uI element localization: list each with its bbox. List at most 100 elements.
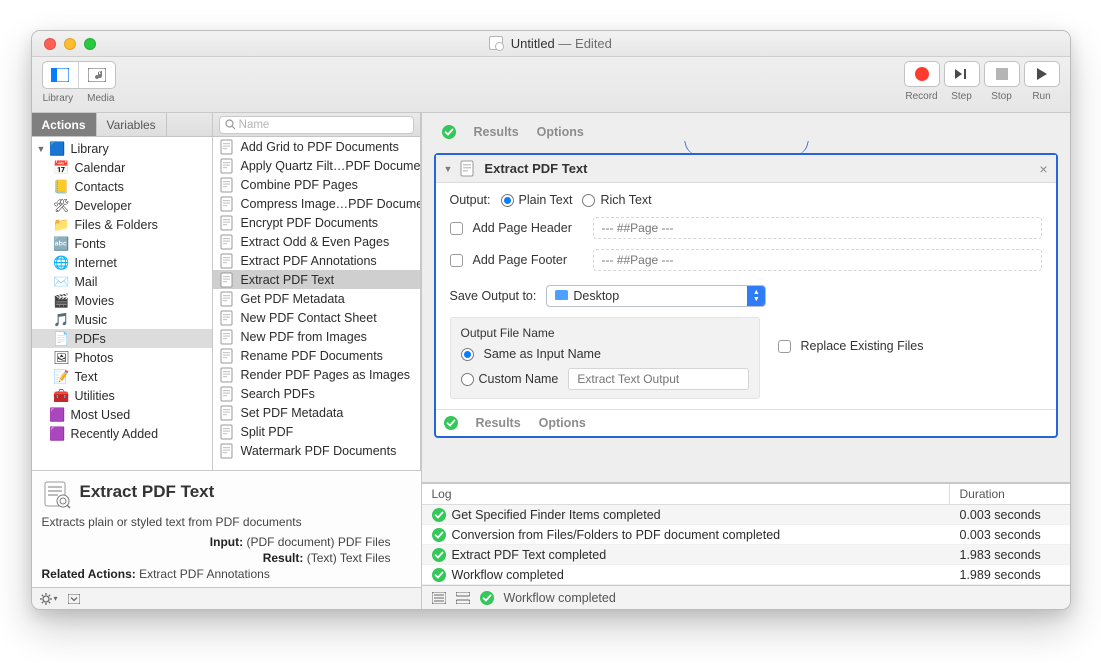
document-name: Untitled xyxy=(511,36,555,51)
log-row[interactable]: Get Specified Finder Items completed0.00… xyxy=(422,505,1070,525)
close-action-button[interactable]: × xyxy=(1039,161,1047,177)
action-list-item[interactable]: Add Grid to PDF Documents xyxy=(213,137,420,156)
output-label: Output: xyxy=(450,193,491,207)
flow-icon xyxy=(456,592,470,604)
checkbox-replace-existing[interactable] xyxy=(778,340,791,353)
stop-button[interactable] xyxy=(984,61,1020,87)
list-icon xyxy=(432,592,446,604)
library-item[interactable]: 📒Contacts xyxy=(32,177,212,196)
status-text: Workflow completed xyxy=(504,591,616,605)
tab-variables[interactable]: Variables xyxy=(97,113,167,136)
check-icon xyxy=(444,416,458,430)
log-row[interactable]: Workflow completed1.989 seconds xyxy=(422,565,1070,585)
library-smart-item[interactable]: 🟪Recently Added xyxy=(32,424,212,443)
record-label: Record xyxy=(905,91,937,102)
edited-label: Edited xyxy=(575,36,612,51)
library-toggle-button[interactable] xyxy=(43,62,79,88)
radio-plain-text[interactable]: Plain Text xyxy=(501,193,573,207)
action-list-item[interactable]: Get PDF Metadata xyxy=(213,289,420,308)
card-results-button[interactable]: Results xyxy=(476,416,521,430)
gear-icon xyxy=(40,593,52,605)
disclosure-triangle[interactable]: ▼ xyxy=(444,164,453,174)
library-smart-item[interactable]: 🟪Most Used xyxy=(32,405,212,424)
replace-existing-label: Replace Existing Files xyxy=(801,339,924,353)
step-label: Step xyxy=(951,91,972,102)
folder-icon xyxy=(555,289,568,303)
action-list-item[interactable]: New PDF Contact Sheet xyxy=(213,308,420,327)
action-list-item[interactable]: Extract PDF Annotations xyxy=(213,251,420,270)
library-tree: ▼🟦Library📅Calendar📒Contacts🛠Developer📁Fi… xyxy=(32,137,212,470)
pdf-action-icon xyxy=(459,160,477,178)
library-item[interactable]: ✉️Mail xyxy=(32,272,212,291)
action-list-item[interactable]: New PDF from Images xyxy=(213,327,420,346)
play-icon xyxy=(1035,67,1049,81)
save-output-dropdown[interactable]: Desktop ▲▼ xyxy=(546,285,766,307)
output-filename-title: Output File Name xyxy=(461,326,749,340)
library-item[interactable]: 🎵Music xyxy=(32,310,212,329)
gear-menu-button[interactable]: ▾ xyxy=(40,593,58,605)
search-input[interactable] xyxy=(239,119,408,131)
radio-rich-text[interactable]: Rich Text xyxy=(582,193,651,207)
radio-icon xyxy=(501,194,514,207)
action-list-item[interactable]: Render PDF Pages as Images xyxy=(213,365,420,384)
card-options-button[interactable]: Options xyxy=(539,416,586,430)
library-root[interactable]: ▼🟦Library xyxy=(32,139,212,158)
checkbox-add-header[interactable] xyxy=(450,222,463,235)
run-button[interactable] xyxy=(1024,61,1060,87)
action-list-item[interactable]: Extract PDF Text xyxy=(213,270,420,289)
media-toggle-button[interactable] xyxy=(79,62,115,88)
action-list-item[interactable]: Split PDF xyxy=(213,422,420,441)
radio-same-as-input[interactable]: Same as Input Name xyxy=(461,347,749,361)
library-item[interactable]: 📅Calendar xyxy=(32,158,212,177)
library-item[interactable]: 🧰Utilities xyxy=(32,386,212,405)
check-icon xyxy=(480,591,494,605)
radio-custom-name[interactable]: Custom Name xyxy=(461,372,559,386)
action-list-item[interactable]: Extract Odd & Even Pages xyxy=(213,232,420,251)
radio-icon xyxy=(461,348,474,361)
action-list-item[interactable]: Encrypt PDF Documents xyxy=(213,213,420,232)
record-button[interactable] xyxy=(904,61,940,87)
collapse-info-button[interactable] xyxy=(68,594,80,604)
action-list-item[interactable]: Rename PDF Documents xyxy=(213,346,420,365)
library-item[interactable]: 📝Text xyxy=(32,367,212,386)
window-title: Untitled — Edited xyxy=(32,36,1070,51)
log-row[interactable]: Extract PDF Text completed1.983 seconds xyxy=(422,545,1070,565)
view-mode-list-button[interactable] xyxy=(432,592,446,604)
workflow-area: Results Options ▼ Extract PDF Text × Out… xyxy=(422,113,1070,609)
library-item[interactable]: 🛠Developer xyxy=(32,196,212,215)
search-field[interactable] xyxy=(219,116,414,134)
automator-window: Untitled — Edited Library Media xyxy=(31,30,1071,610)
library-item[interactable]: 📁Files & Folders xyxy=(32,215,212,234)
info-description: Extracts plain or styled text from PDF d… xyxy=(42,515,411,529)
action-card-extract-pdf-text: ▼ Extract PDF Text × Output: Plain Text … xyxy=(434,153,1058,438)
header-text-input[interactable] xyxy=(593,217,1042,239)
library-item[interactable]: 🌐Internet xyxy=(32,253,212,272)
document-icon xyxy=(489,36,503,50)
tab-actions[interactable]: Actions xyxy=(32,113,97,136)
library-item[interactable]: 🖼Photos xyxy=(32,348,212,367)
library-item[interactable]: 🔤Fonts xyxy=(32,234,212,253)
save-output-value: Desktop xyxy=(573,289,619,303)
library-item[interactable]: 🎬Movies xyxy=(32,291,212,310)
action-list-item[interactable]: Apply Quartz Filt…PDF Documents xyxy=(213,156,420,175)
view-mode-flow-button[interactable] xyxy=(456,592,470,604)
action-list-item[interactable]: Set PDF Metadata xyxy=(213,403,420,422)
action-list-item[interactable]: Watermark PDF Documents xyxy=(213,441,420,460)
duration-column-header[interactable]: Duration xyxy=(950,484,1070,504)
checkbox-add-footer[interactable] xyxy=(450,254,463,267)
action-list-item[interactable]: Search PDFs xyxy=(213,384,420,403)
stop-icon xyxy=(996,68,1008,80)
footer-text-input[interactable] xyxy=(593,249,1042,271)
action-list-item[interactable]: Combine PDF Pages xyxy=(213,175,420,194)
log-column-header[interactable]: Log xyxy=(422,484,950,504)
add-header-label: Add Page Header xyxy=(473,221,583,235)
step-button[interactable] xyxy=(944,61,980,87)
custom-name-input[interactable] xyxy=(568,368,748,390)
info-input-value: (PDF document) PDF Files xyxy=(246,535,390,549)
log-row[interactable]: Conversion from Files/Folders to PDF doc… xyxy=(422,525,1070,545)
action-list-item[interactable]: Compress Image…PDF Documents xyxy=(213,194,420,213)
library-item[interactable]: 📄PDFs xyxy=(32,329,212,348)
prior-results-button[interactable]: Results xyxy=(474,125,519,139)
prior-options-button[interactable]: Options xyxy=(537,125,584,139)
sidebar-statusbar: ▾ xyxy=(32,587,421,609)
